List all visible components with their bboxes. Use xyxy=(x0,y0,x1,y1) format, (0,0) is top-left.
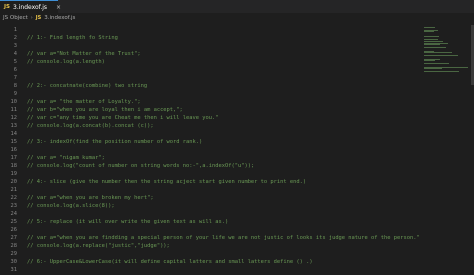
javascript-file-icon: JS xyxy=(35,15,42,21)
minimap-line xyxy=(424,68,442,70)
breadcrumb-file[interactable]: 3.indexof.js xyxy=(44,15,75,21)
breadcrumb-folder[interactable]: JS Object xyxy=(3,15,28,21)
code-line[interactable]: 31 xyxy=(0,265,418,275)
javascript-file-icon: JS xyxy=(4,4,11,10)
tab-label: 3.indexof.js xyxy=(13,3,48,11)
chevron-right-icon: › xyxy=(30,15,33,21)
tab-bar: JS 3.indexof.js × xyxy=(0,0,474,13)
minimap-line xyxy=(424,63,449,65)
minimap-line xyxy=(424,71,460,73)
minimap-line xyxy=(424,36,439,38)
line-number: 31 xyxy=(10,267,18,273)
editor-window: JS 3.indexof.js × JS Object › JS 3.index… xyxy=(0,0,474,275)
minimap-line xyxy=(424,44,440,46)
minimap-line xyxy=(424,26,436,28)
close-icon[interactable]: × xyxy=(56,4,61,11)
minimap-line xyxy=(424,55,459,57)
minimap-line xyxy=(424,60,435,62)
minimap[interactable] xyxy=(418,25,474,275)
breadcrumb: JS Object › JS 3.indexof.js xyxy=(0,13,474,23)
code-editor[interactable]: 1 2// 1:- Find length fo String 3 4// var a… xyxy=(0,25,420,275)
minimap-line xyxy=(424,31,434,33)
minimap-line xyxy=(424,52,452,54)
tab-3-indexof-js[interactable]: JS 3.indexof.js × xyxy=(0,0,61,13)
minimap-line xyxy=(424,47,446,49)
